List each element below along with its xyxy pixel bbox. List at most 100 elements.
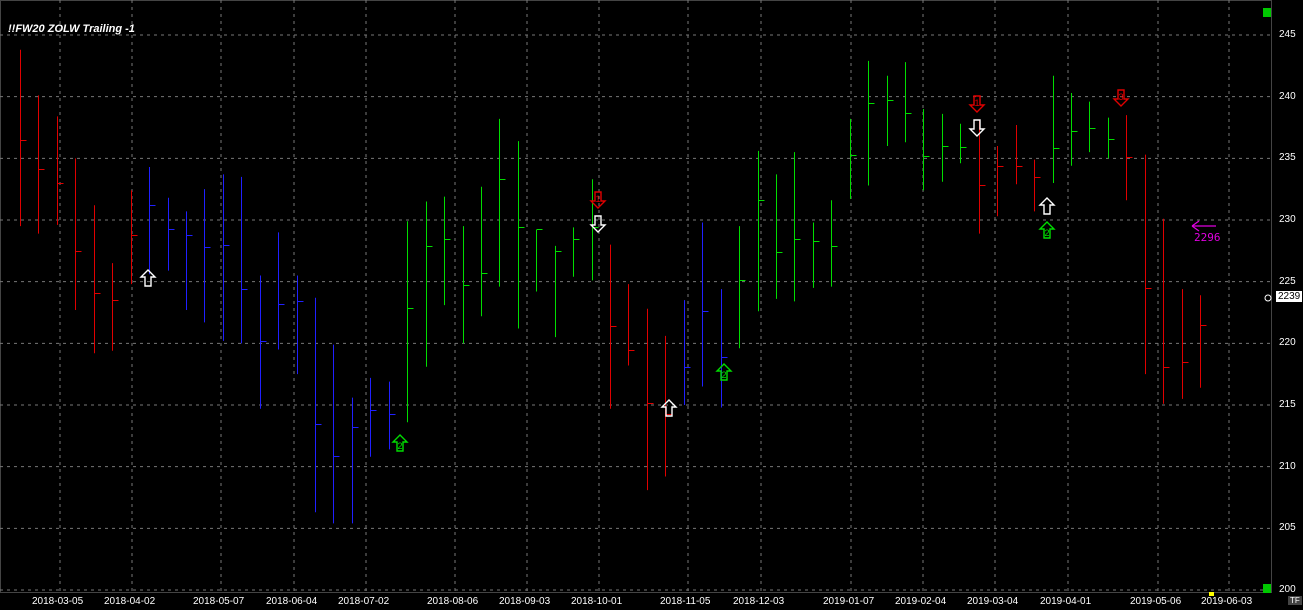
up-arrow-icon bbox=[1038, 197, 1056, 215]
ohlc-bar bbox=[813, 222, 820, 288]
signal-arrow-down bbox=[589, 215, 607, 233]
y-tick-label: 240 bbox=[1279, 90, 1296, 102]
x-tick-label: 2019-06-03 bbox=[1201, 596, 1253, 607]
ohlc-bar bbox=[794, 152, 801, 302]
ohlc-bar bbox=[168, 197, 175, 271]
ohlc-bar bbox=[1016, 125, 1023, 185]
signal-arrow-down: 3 bbox=[1112, 89, 1130, 107]
signal-label: 2 bbox=[397, 441, 402, 451]
signal-label: 3 bbox=[1118, 92, 1123, 102]
ohlc-bar bbox=[979, 120, 986, 234]
last-price-label: 2239 bbox=[1276, 291, 1303, 302]
y-tick-label: 230 bbox=[1279, 214, 1296, 225]
y-tick-label: 210 bbox=[1279, 460, 1296, 472]
ohlc-bar bbox=[887, 75, 894, 146]
signal-arrow-down: 1 bbox=[589, 191, 607, 209]
ohlc-bar bbox=[1145, 154, 1152, 375]
signal-arrow-up: 2 bbox=[391, 434, 409, 452]
signal-label: 2 bbox=[1044, 228, 1049, 238]
scroll-top-button[interactable] bbox=[1263, 8, 1271, 17]
x-tick-label: 2018-07-02 bbox=[338, 596, 390, 607]
ohlc-bar bbox=[850, 118, 857, 200]
ohlc-bar bbox=[389, 381, 396, 450]
ohlc-bar bbox=[960, 123, 967, 164]
signal-arrow-up: 2 bbox=[1038, 221, 1056, 239]
ohlc-bar bbox=[518, 141, 525, 329]
ohlc-bar bbox=[647, 308, 654, 491]
down-arrow-icon bbox=[589, 215, 607, 233]
y-tick-label: 200 bbox=[1279, 584, 1296, 595]
signal-label: 1 bbox=[974, 98, 979, 108]
signal-arrow-down: 1 bbox=[968, 95, 986, 113]
ohlc-bar bbox=[297, 275, 304, 375]
x-tick-label: 2018-05-07 bbox=[193, 596, 245, 607]
signal-arrow-up bbox=[1038, 197, 1056, 215]
ohlc-bar bbox=[555, 245, 562, 338]
ohlc-bar bbox=[444, 196, 451, 306]
x-tick-label: 2018-04-02 bbox=[104, 596, 156, 607]
x-tick-label: 2018-12-03 bbox=[733, 596, 785, 607]
x-tick-label: 2018-06-04 bbox=[266, 596, 318, 607]
ohlc-bar bbox=[278, 232, 285, 350]
ohlc-bar bbox=[149, 166, 156, 275]
ohlc-bar bbox=[942, 113, 949, 182]
ohlc-bar bbox=[499, 118, 506, 287]
ohlc-bar bbox=[333, 344, 340, 524]
ohlc-bar bbox=[1200, 295, 1207, 388]
ohlc-bar bbox=[739, 226, 746, 349]
ohlc-bar bbox=[1108, 117, 1115, 159]
ohlc-bar bbox=[610, 244, 617, 409]
signal-label: 1 bbox=[595, 194, 600, 204]
ohlc-bar bbox=[1071, 92, 1078, 166]
ohlc-bar bbox=[223, 174, 230, 341]
ohlc-bar bbox=[536, 229, 543, 292]
y-tick-label: 225 bbox=[1279, 275, 1296, 287]
ohlc-bar bbox=[112, 263, 119, 351]
timeframe-button[interactable]: TF bbox=[1288, 596, 1302, 605]
up-arrow-icon bbox=[660, 399, 678, 417]
x-tick-label: 2019-04-01 bbox=[1040, 596, 1092, 607]
ohlc-bar bbox=[1126, 115, 1133, 201]
ohlc-bar bbox=[241, 176, 248, 344]
ohlc-bar bbox=[665, 335, 672, 477]
ohlc-bar bbox=[260, 275, 267, 409]
target-arrow bbox=[1191, 220, 1216, 232]
ohlc-bar bbox=[997, 146, 1004, 217]
ohlc-bar bbox=[1034, 159, 1041, 212]
ohlc-bar bbox=[721, 289, 728, 408]
price-chart[interactable]: 2 1 2 1 2 3 bbox=[0, 0, 1303, 610]
scroll-bottom-button[interactable] bbox=[1263, 584, 1271, 593]
ohlc-bar bbox=[370, 377, 377, 457]
ohlc-bar bbox=[481, 186, 488, 317]
ohlc-bar bbox=[426, 201, 433, 367]
down-arrow-icon bbox=[968, 119, 986, 137]
signal-arrow-up: 2 bbox=[715, 363, 733, 381]
ohlc-bar bbox=[573, 227, 580, 277]
x-tick-label: 2018-09-03 bbox=[499, 596, 551, 607]
ohlc-bar bbox=[905, 62, 912, 143]
ohlc-bar bbox=[38, 95, 45, 234]
ohlc-bar bbox=[20, 49, 27, 227]
chart-title: !!FW20 ZOLW Trailing -1 bbox=[8, 23, 135, 35]
signal-arrow-up bbox=[139, 269, 157, 287]
ohlc-bar bbox=[868, 60, 875, 186]
x-tick-label: 2019-05-06 bbox=[1130, 596, 1182, 607]
y-tick-label: 235 bbox=[1279, 152, 1296, 164]
ohlc-bar bbox=[463, 226, 470, 344]
y-tick-label: 215 bbox=[1279, 399, 1296, 410]
ohlc-bar bbox=[1163, 218, 1170, 404]
ohlc-bar bbox=[1089, 101, 1096, 153]
x-tick-label: 2018-11-05 bbox=[660, 596, 711, 607]
price-annotation: 2296 bbox=[1194, 231, 1221, 244]
x-tick-label: 2019-01-07 bbox=[823, 596, 875, 607]
ohlc-bar bbox=[776, 174, 783, 299]
y-tick-label: 245 bbox=[1279, 29, 1296, 40]
y-tick-label: 205 bbox=[1279, 522, 1296, 534]
x-tick-label: 2019-02-04 bbox=[895, 596, 947, 607]
ohlc-bar bbox=[702, 222, 709, 387]
up-arrow-icon bbox=[139, 269, 157, 287]
y-tick-label: 220 bbox=[1279, 337, 1296, 349]
x-tick-label: 2018-08-06 bbox=[427, 596, 479, 607]
x-tick-label: 2018-03-05 bbox=[32, 596, 84, 607]
ohlc-bar bbox=[75, 158, 82, 311]
